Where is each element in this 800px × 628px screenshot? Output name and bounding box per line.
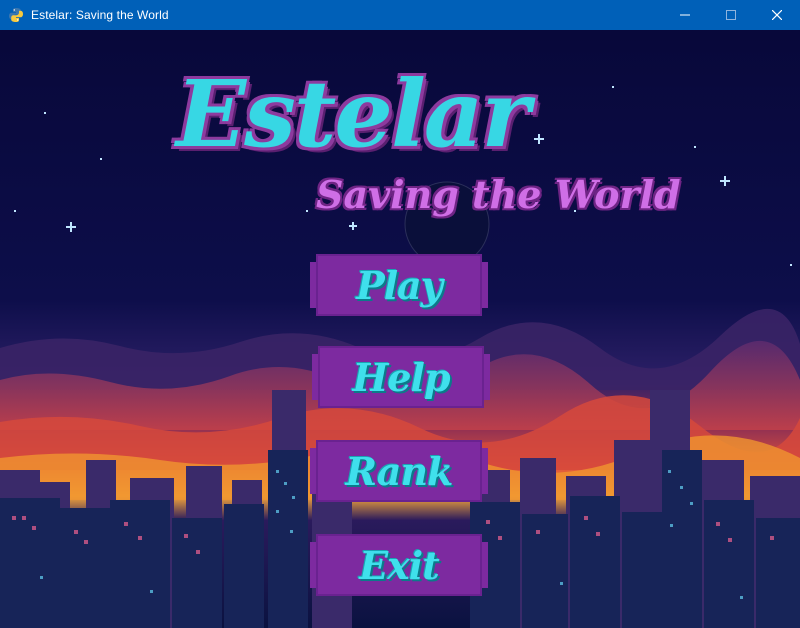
- play-button[interactable]: Play: [310, 254, 488, 316]
- close-icon: [772, 10, 782, 20]
- game-canvas[interactable]: Estelar Saving the World Play Help Rank …: [0, 30, 800, 628]
- rank-button-label: Rank: [345, 448, 453, 494]
- window-titlebar[interactable]: Estelar: Saving the World: [0, 0, 800, 30]
- python-snake-icon: [9, 8, 23, 22]
- help-button-label: Help: [352, 354, 450, 400]
- exit-button[interactable]: Exit: [310, 534, 488, 596]
- maximize-icon: [726, 10, 736, 20]
- minimize-icon: [680, 14, 690, 16]
- close-button[interactable]: [754, 0, 800, 30]
- window-title: Estelar: Saving the World: [31, 8, 169, 22]
- minimize-button[interactable]: [662, 0, 708, 30]
- logo-subtitle: Saving the World: [316, 172, 681, 217]
- rank-button[interactable]: Rank: [310, 440, 488, 502]
- exit-button-label: Exit: [359, 542, 440, 588]
- help-button[interactable]: Help: [312, 346, 490, 408]
- game-logo: Estelar Saving the World: [176, 60, 681, 250]
- maximize-button[interactable]: [708, 0, 754, 30]
- play-button-label: Play: [356, 262, 443, 308]
- logo-title: Estelar: [176, 60, 530, 168]
